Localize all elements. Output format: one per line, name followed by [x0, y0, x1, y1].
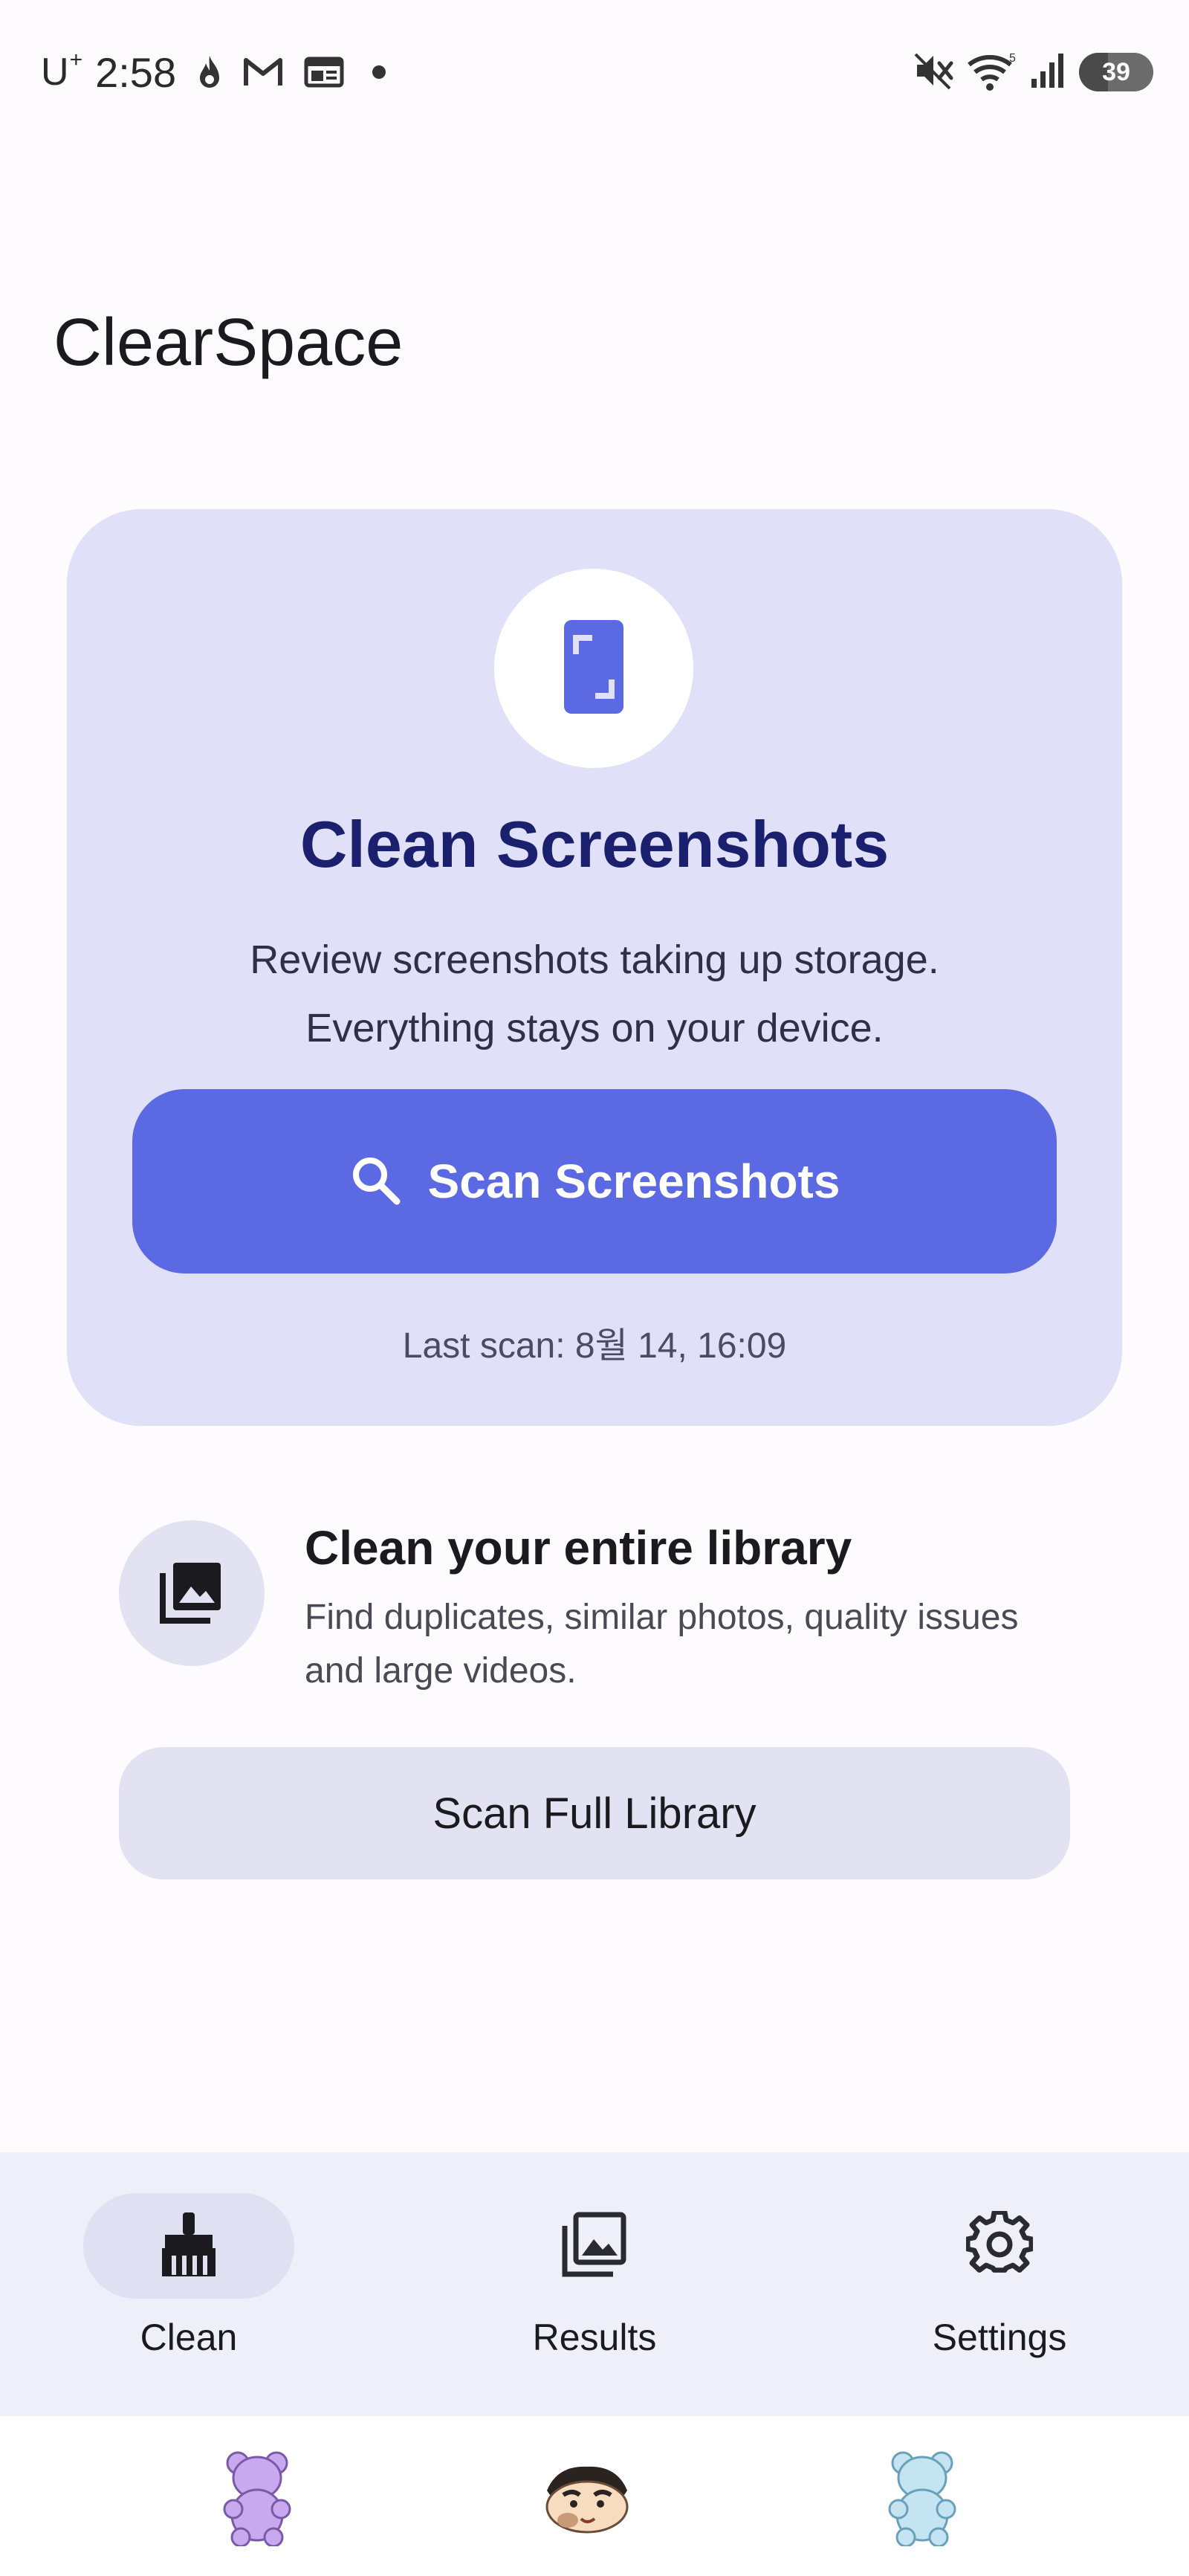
status-bar: U+ 2:58 5 39: [0, 0, 1189, 141]
screenshot-phone-icon: [564, 619, 623, 717]
photo-library-icon: [160, 1560, 224, 1627]
scan-full-library-button[interactable]: Scan Full Library: [119, 1747, 1070, 1879]
signal-icon: [1030, 52, 1067, 93]
hero-desc-line2: Everything stays on your device.: [305, 1006, 884, 1050]
nav-label-settings: Settings: [932, 2317, 1067, 2358]
nav-label-results: Results: [532, 2317, 657, 2358]
wifi-icon: 5: [966, 50, 1018, 95]
hero-title: Clean Screenshots: [299, 807, 890, 881]
nav-tab-results[interactable]: Results: [446, 2152, 743, 2416]
cartoon-face-icon: [542, 2461, 632, 2539]
nav-tab-settings[interactable]: Settings: [851, 2152, 1148, 2416]
hero-desc-line1: Review screenshots taking up storage.: [250, 937, 939, 982]
last-scan-text: Last scan: 8월 14, 16:09: [402, 1326, 787, 1366]
gear-icon: [965, 2209, 1034, 2282]
library-description: Find duplicates, similar photos, quality…: [305, 1598, 1019, 1691]
gmail-icon: [243, 56, 283, 88]
news-icon: [304, 56, 344, 88]
nav-active-indicator: [83, 2193, 294, 2299]
battery-icon: 39: [1079, 53, 1153, 91]
bottom-navigation: Clean Results Settings: [0, 2152, 1189, 2416]
gesture-area: [0, 2416, 1189, 2576]
nav-label-clean: Clean: [140, 2317, 238, 2358]
purple-gummy-bear-icon: [223, 2450, 291, 2550]
svg-text:5: 5: [1009, 52, 1016, 65]
clean-screenshots-card: Clean Screenshots Review screenshots tak…: [67, 509, 1122, 1426]
dot-icon: [372, 65, 386, 79]
search-icon: [349, 1154, 401, 1210]
broom-icon: [158, 2211, 220, 2282]
mute-icon: [913, 51, 954, 94]
library-icon-circle: [119, 1520, 265, 1666]
gallery-icon: [561, 2211, 628, 2282]
blue-gummy-bear-icon: [888, 2450, 956, 2550]
scan-screenshots-label: Scan Screenshots: [427, 1155, 840, 1208]
hero-description: Review screenshots taking up storage. Ev…: [67, 926, 1122, 1062]
status-time: 2:58: [95, 48, 177, 96]
app-title: ClearSpace: [54, 306, 404, 380]
screenshot-icon-circle: [494, 569, 693, 768]
nav-tab-clean[interactable]: Clean: [40, 2152, 337, 2416]
scan-screenshots-button[interactable]: Scan Screenshots: [132, 1089, 1057, 1274]
library-title: Clean your entire library: [305, 1521, 852, 1575]
fire-notification-icon: [197, 54, 222, 90]
nav-results-icon-wrap: [489, 2193, 700, 2299]
nav-settings-icon-wrap: [894, 2193, 1105, 2299]
carrier-label: U+: [41, 47, 84, 94]
